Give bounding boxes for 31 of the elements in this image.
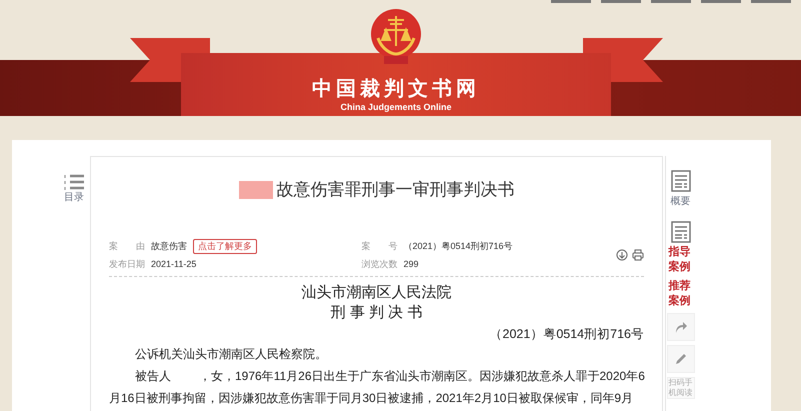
numbered-list-icon[interactable]: [64, 174, 84, 190]
meta-value: 2021-11-25: [151, 258, 196, 271]
pencil-icon: [674, 352, 688, 366]
document-icon: [670, 170, 690, 192]
court-name: 汕头市潮南区人民法院: [302, 282, 452, 302]
site-title: 中国裁判文书网: [312, 76, 480, 100]
document-icon: [670, 221, 690, 243]
share-arrow-icon: [674, 320, 688, 334]
tool-label[interactable]: 概要: [670, 194, 690, 209]
court-emblem-icon: [370, 8, 422, 66]
body-paragraph: 被告人 ，女，1976年11月26日出生于广东省汕头市潮南区。因涉嫌犯故意杀人罪于2020年6月16日被刑事拘留，因涉嫌犯故意伤害罪于同月30日被逮捕，2021年2月10日被取保候审，同年9月: [109, 368, 646, 406]
meta-value: （2021）粤0514刑初716号: [404, 240, 513, 252]
body-paragraph: 公诉机关汕头市潮南区人民检察院。: [134, 346, 328, 362]
print-icon[interactable]: [632, 248, 644, 260]
document-type: 刑 事 判 决 书: [330, 302, 422, 322]
meta-label: 浏览次数: [362, 258, 398, 271]
meta-value: 故意伤害: [151, 240, 187, 252]
download-icon[interactable]: [616, 248, 628, 260]
tool-label[interactable]: 指导案例: [668, 245, 692, 275]
tool-label[interactable]: 目录: [64, 190, 84, 205]
learn-more-link[interactable]: 点击了解更多: [193, 238, 257, 254]
document-title: 故意伤害罪刑事一审刑事判决书: [276, 179, 514, 201]
meta-label: 案 号: [362, 240, 398, 252]
share-button[interactable]: [666, 313, 694, 341]
meta-value: 299: [404, 258, 419, 271]
edit-button[interactable]: [666, 345, 694, 373]
meta-label: 发布日期: [109, 258, 145, 271]
meta-label: 案 由: [109, 240, 145, 252]
tool-label[interactable]: 推荐案例: [668, 279, 692, 309]
case-number: （2021）粤0514刑初716号: [490, 326, 644, 342]
site-subtitle: China Judgements Online: [340, 100, 452, 114]
